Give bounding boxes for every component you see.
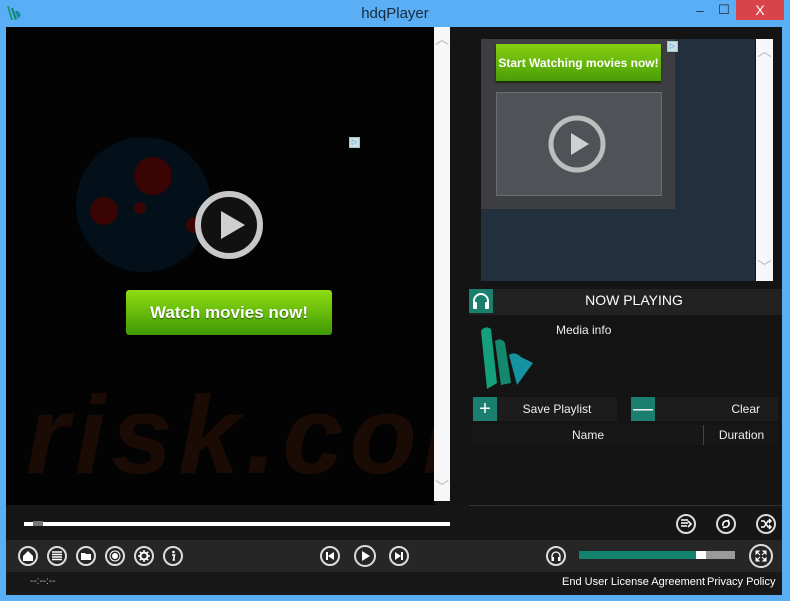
film-reel-graphic xyxy=(76,137,211,272)
watermark: risk.com xyxy=(26,374,435,497)
start-watching-button[interactable]: Start Watching movies now! xyxy=(496,44,661,81)
open-folder-button[interactable] xyxy=(76,546,96,566)
repeat-icon xyxy=(722,519,730,529)
playlist-controls xyxy=(469,505,782,541)
ad-scrollbar[interactable]: ︿ ﹀ xyxy=(756,39,773,281)
playlist-button[interactable] xyxy=(47,546,67,566)
play-button[interactable] xyxy=(354,545,376,567)
home-icon xyxy=(23,551,33,561)
seek-bar[interactable] xyxy=(24,521,450,526)
time-display: --:--:-- xyxy=(30,576,56,587)
folder-icon xyxy=(81,553,91,560)
play-overlay-icon[interactable] xyxy=(194,190,264,260)
fullscreen-icon xyxy=(755,550,767,562)
playlist-header: Name Duration xyxy=(473,425,778,445)
queue-icon xyxy=(681,519,692,528)
video-scrollbar[interactable]: ︿ ﹀ xyxy=(434,27,450,501)
ad-panel: Start Watching movies now! ▷ xyxy=(481,39,755,281)
title-bar: hdqPlayer ‒ ☐ X xyxy=(0,0,790,27)
info-icon xyxy=(172,550,176,561)
audio-button[interactable] xyxy=(546,546,566,566)
adchoices-icon[interactable]: ▷ xyxy=(349,137,360,148)
shuffle-button[interactable] xyxy=(756,514,776,534)
volume-slider[interactable] xyxy=(579,551,735,559)
playlist-icon xyxy=(52,551,62,561)
watch-movies-button[interactable]: Watch movies now! xyxy=(126,290,332,335)
eula-link[interactable]: End User License Agreement xyxy=(562,576,705,588)
info-button[interactable] xyxy=(163,546,183,566)
next-button[interactable] xyxy=(389,546,409,566)
adchoices-icon[interactable]: ▷ xyxy=(667,41,678,52)
headphones-icon xyxy=(551,551,561,561)
privacy-policy-link[interactable]: Privacy Policy xyxy=(707,576,775,588)
remove-from-playlist-button[interactable]: — xyxy=(631,397,655,421)
seek-area xyxy=(6,505,469,540)
ad-content: Start Watching movies now! xyxy=(481,39,675,209)
column-duration[interactable]: Duration xyxy=(703,425,779,445)
fullscreen-button[interactable] xyxy=(749,544,773,568)
minimize-button[interactable]: ‒ xyxy=(688,0,712,20)
column-name[interactable]: Name xyxy=(473,425,703,445)
add-to-playlist-button[interactable]: + xyxy=(473,397,497,421)
reel-dot xyxy=(90,197,118,225)
play-overlay-icon[interactable] xyxy=(547,114,607,174)
previous-button[interactable] xyxy=(320,546,340,566)
reel-dot xyxy=(134,157,172,195)
volume-level xyxy=(579,551,698,559)
settings-icon xyxy=(138,550,150,562)
volume-thumb[interactable] xyxy=(695,551,706,559)
reel-dot xyxy=(134,202,146,214)
shuffle-icon xyxy=(761,518,772,530)
seek-thumb[interactable] xyxy=(32,521,43,526)
previous-icon xyxy=(326,552,334,560)
queue-button[interactable] xyxy=(676,514,696,534)
play-icon xyxy=(362,551,370,561)
maximize-button[interactable]: ☐ xyxy=(712,0,736,20)
settings-button[interactable] xyxy=(134,546,154,566)
save-playlist-button[interactable]: Save Playlist xyxy=(497,397,617,421)
playlist-toolbar: + Save Playlist — Clear xyxy=(473,397,778,421)
footer: --:--:-- End User License Agreement Priv… xyxy=(6,572,782,595)
side-panel: Start Watching movies now! ▷ ︿ ﹀ NOW PLA… xyxy=(469,27,782,505)
record-button[interactable] xyxy=(105,546,125,566)
now-playing-header: NOW PLAYING xyxy=(469,289,782,315)
now-playing-title: NOW PLAYING xyxy=(585,292,683,308)
ad-video-preview[interactable] xyxy=(496,92,662,196)
media-logo-icon xyxy=(481,327,533,389)
window-title: hdqPlayer xyxy=(361,5,429,22)
home-button[interactable] xyxy=(18,546,38,566)
player-window: risk.com ▷ Watch movies now! ︿ ﹀ Start W… xyxy=(6,27,782,595)
record-icon xyxy=(109,550,121,562)
clear-playlist-button[interactable]: Clear xyxy=(655,397,778,421)
close-button[interactable]: X xyxy=(736,0,784,20)
scroll-up-icon[interactable]: ︿ xyxy=(434,29,450,49)
scroll-up-icon[interactable]: ︿ xyxy=(756,41,773,61)
control-bar xyxy=(6,540,782,572)
media-info-label: Media info xyxy=(556,323,612,337)
next-icon xyxy=(395,552,403,560)
scroll-down-icon[interactable]: ﹀ xyxy=(434,477,450,497)
video-area: risk.com ▷ Watch movies now! xyxy=(6,27,435,505)
scroll-down-icon[interactable]: ﹀ xyxy=(756,257,773,277)
repeat-button[interactable] xyxy=(716,514,736,534)
